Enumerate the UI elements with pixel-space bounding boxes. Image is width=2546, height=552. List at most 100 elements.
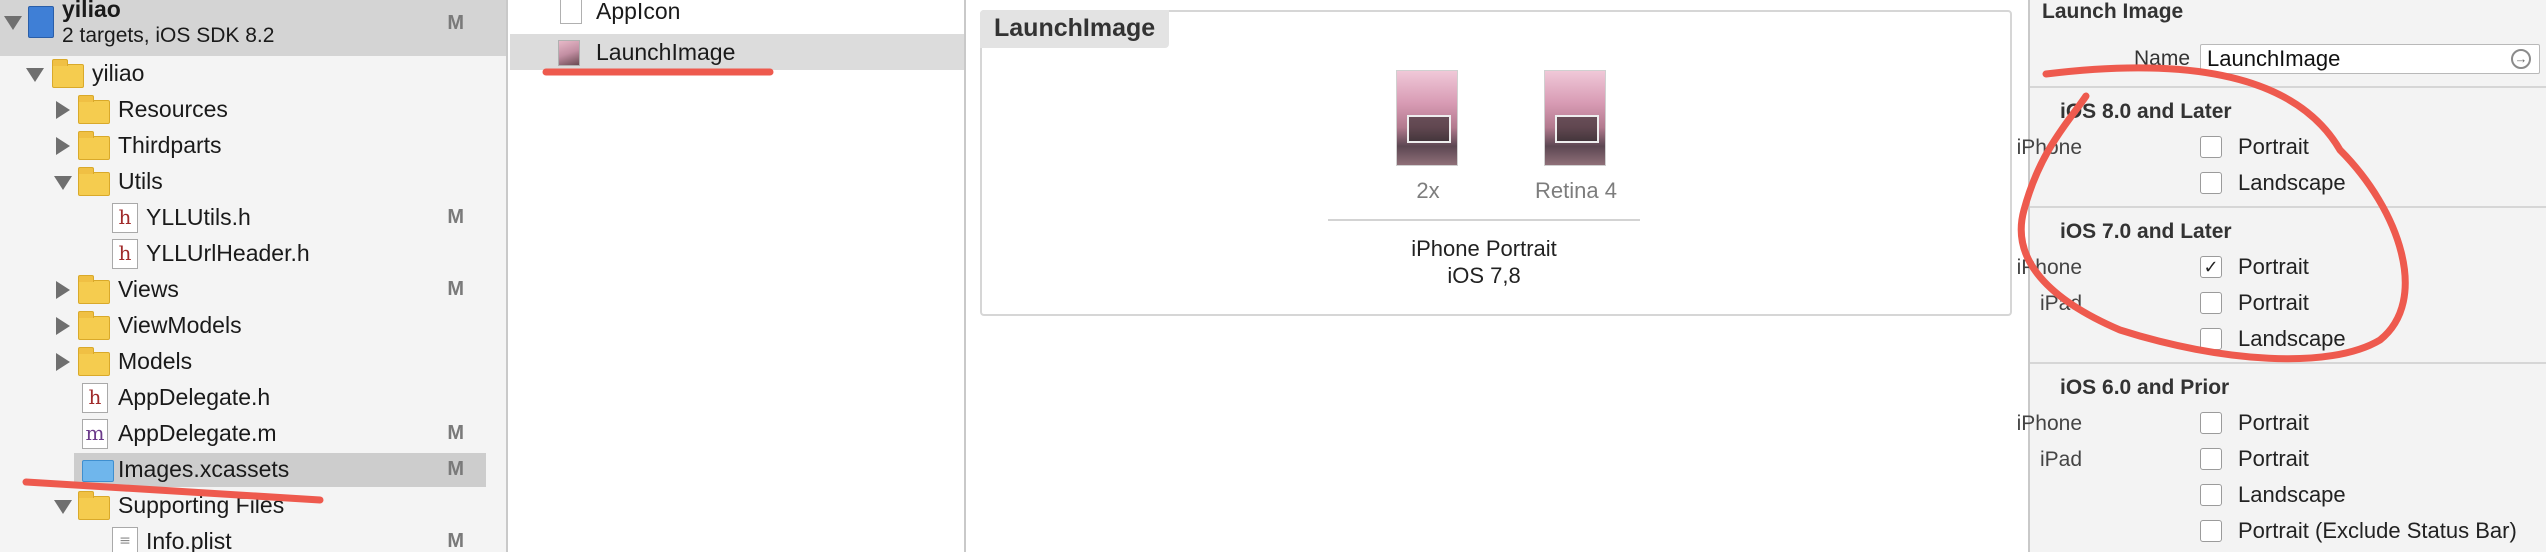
section-ios8-title: iOS 8.0 and Later <box>2060 100 2232 123</box>
nav-item-yllurlheader-h[interactable]: h YLLUrlHeader.h <box>0 236 506 272</box>
checkbox-ios8-iphone-portrait[interactable] <box>2200 136 2222 158</box>
nav-item-appdelegate-h[interactable]: h AppDelegate.h <box>0 380 506 416</box>
device-label: iPad <box>2039 448 2082 471</box>
checkbox-ios6-iphone-portrait[interactable] <box>2200 412 2222 434</box>
folder-icon <box>78 95 110 124</box>
nav-item-label: yiliao <box>92 60 145 86</box>
nav-item-views[interactable]: Views M <box>0 272 506 308</box>
disclosure-closed-icon[interactable] <box>56 137 70 155</box>
checkbox-label: Portrait <box>2238 290 2309 315</box>
nav-item-label: Utils <box>118 168 163 194</box>
arrow-circle-icon[interactable]: → <box>2511 49 2531 69</box>
section-divider <box>2030 86 2546 88</box>
checkbox-label: Landscape <box>2238 326 2346 351</box>
nav-item-label: YLLUtils.h <box>146 204 251 230</box>
asset-item-label: AppIcon <box>596 0 681 24</box>
checkbox-ios6-landscape[interactable] <box>2200 484 2222 506</box>
nav-item-label: Info.plist <box>146 528 232 552</box>
disclosure-closed-icon[interactable] <box>56 101 70 119</box>
disclosure-closed-icon[interactable] <box>56 317 70 335</box>
asset-editor-canvas: LaunchImage 2x Retina 4 iPhone Portrait … <box>968 0 2028 552</box>
folder-icon <box>78 491 110 520</box>
disclosure-closed-icon[interactable] <box>56 281 70 299</box>
checkbox-label: Landscape <box>2238 482 2346 507</box>
inspector-title: Launch Image <box>2042 0 2184 23</box>
nav-item-label: AppDelegate.m <box>118 420 277 446</box>
scm-modified-badge: M <box>447 278 464 300</box>
checkbox-ios7-landscape[interactable] <box>2200 328 2222 350</box>
section-ios6-title: iOS 6.0 and Prior <box>2060 376 2230 399</box>
disclosure-open-icon[interactable] <box>54 176 72 190</box>
disclosure-open-icon[interactable] <box>54 500 72 514</box>
checkbox-ios6-ipad-portrait[interactable] <box>2200 448 2222 470</box>
name-field-value: LaunchImage <box>2207 46 2341 71</box>
header-file-icon: h <box>82 383 108 413</box>
slot-group-divider <box>1328 219 1640 221</box>
asset-item-launchimage[interactable]: LaunchImage <box>510 34 964 70</box>
nav-item-resources[interactable]: Resources <box>0 92 506 128</box>
folder-icon <box>78 275 110 304</box>
project-subtitle: 2 targets, iOS SDK 8.2 <box>62 24 275 47</box>
nav-item-yiliao[interactable]: yiliao <box>0 56 506 92</box>
nav-item-utils[interactable]: Utils <box>0 164 506 200</box>
disclosure-open-icon[interactable] <box>4 16 22 30</box>
launchimage-thumbnail-icon <box>558 40 580 66</box>
disclosure-open-icon[interactable] <box>26 68 44 82</box>
nav-item-supporting-files[interactable]: Supporting Files <box>0 488 506 524</box>
checkbox-label: Portrait (Exclude Status Bar) <box>2238 518 2517 543</box>
scm-modified-badge: M <box>447 422 464 444</box>
appicon-thumbnail-icon <box>560 0 582 24</box>
nav-item-label: Images.xcassets <box>118 456 290 482</box>
header-file-icon: h <box>112 239 138 269</box>
nav-item-images-xcassets[interactable]: Images.xcassets M <box>0 452 506 488</box>
project-name: yiliao <box>62 0 121 22</box>
device-label: iPhone <box>2016 256 2082 279</box>
plist-file-icon: ≡ <box>112 527 138 552</box>
folder-icon <box>52 59 84 88</box>
nav-item-models[interactable]: Models <box>0 344 506 380</box>
nav-item-info-plist[interactable]: ≡ Info.plist M <box>0 524 506 552</box>
project-row[interactable]: yiliao 2 targets, iOS SDK 8.2 M <box>0 0 506 56</box>
nav-item-yllutils-h[interactable]: h YLLUtils.h M <box>0 200 506 236</box>
image-slot-2x[interactable] <box>1396 70 1458 166</box>
project-icon <box>28 6 54 38</box>
disclosure-closed-icon[interactable] <box>56 353 70 371</box>
implementation-file-icon: m <box>82 419 108 449</box>
section-divider <box>2030 206 2546 208</box>
asset-item-appicon[interactable]: AppIcon <box>510 0 964 32</box>
device-label: iPad <box>2039 292 2082 315</box>
device-label: iPhone <box>2016 136 2082 159</box>
slot-group-subtitle: iOS 7,8 <box>1447 263 1521 288</box>
folder-icon <box>78 347 110 376</box>
checkbox-ios7-iphone-portrait[interactable]: ✓ <box>2200 256 2222 278</box>
nav-item-thirdparts[interactable]: Thirdparts <box>0 128 506 164</box>
folder-icon <box>78 311 110 340</box>
asset-catalog-list: AppIcon LaunchImage <box>510 0 966 552</box>
image-slot-label: Retina 4 <box>1535 178 1617 203</box>
name-field[interactable]: LaunchImage → <box>2200 44 2540 74</box>
scm-modified-badge: M <box>447 458 464 480</box>
nav-item-appdelegate-m[interactable]: m AppDelegate.m M <box>0 416 506 452</box>
name-field-label: Name <box>2134 47 2191 70</box>
checkbox-label: Landscape <box>2238 170 2346 195</box>
image-slot-retina4[interactable] <box>1544 70 1606 166</box>
folder-icon <box>78 131 110 160</box>
scm-modified-badge: M <box>447 530 464 552</box>
checkbox-label: Portrait <box>2238 254 2309 279</box>
scm-modified-badge: M <box>447 12 464 34</box>
nav-item-label: Supporting Files <box>118 492 285 518</box>
header-file-icon: h <box>112 203 138 233</box>
image-slot-label: 2x <box>1416 178 1440 203</box>
nav-item-label: Thirdparts <box>118 132 222 158</box>
scm-modified-badge: M <box>447 206 464 228</box>
checkbox-ios8-landscape[interactable] <box>2200 172 2222 194</box>
asset-item-label: LaunchImage <box>596 39 736 65</box>
nav-item-viewmodels[interactable]: ViewModels <box>0 308 506 344</box>
checkbox-ios7-ipad-portrait[interactable] <box>2200 292 2222 314</box>
checkbox-label: Portrait <box>2238 446 2309 471</box>
attributes-inspector: Launch Image Name LaunchImage → iOS 8.0 … <box>2017 0 2546 552</box>
slot-group-title: iPhone Portrait <box>1411 236 1557 261</box>
nav-item-label: ViewModels <box>118 312 242 338</box>
checkbox-ios6-portrait-exclude-status-bar[interactable] <box>2200 520 2222 542</box>
section-divider <box>2030 362 2546 364</box>
